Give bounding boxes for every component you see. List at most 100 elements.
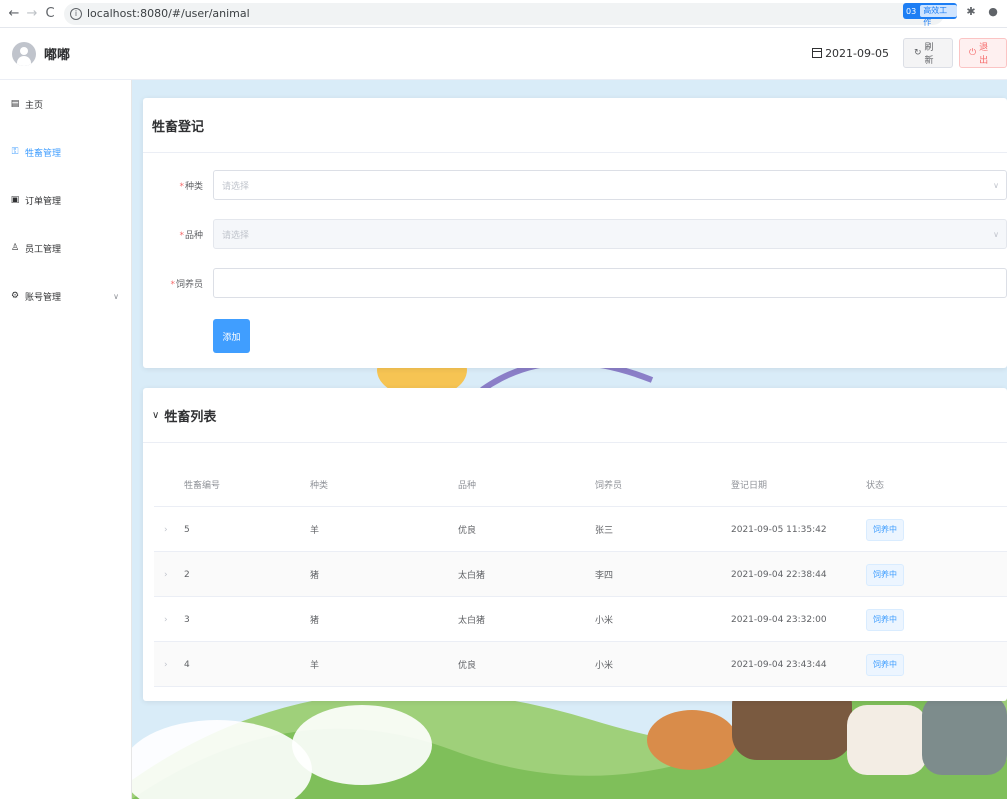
cell-status: 饲养中	[866, 642, 904, 687]
type-select-placeholder: 请选择	[222, 181, 250, 192]
status-badge: 饲养中	[866, 563, 904, 586]
sidebar-item-staff[interactable]: ♙ 员工管理	[0, 224, 131, 272]
sidebar-item-label: 账号管理	[25, 292, 62, 303]
chevron-down-icon[interactable]: ∨	[152, 410, 159, 421]
column-header-date[interactable]: 登记日期	[731, 462, 767, 507]
sidebar: ▤ 主页 ⚿ 牲畜管理 ▣ 订单管理 ♙ 员工管理 ⚙ 账号管理 ∨	[0, 80, 132, 799]
setting-icon: ⚙	[10, 291, 20, 301]
refresh-label: 刷新	[924, 43, 934, 66]
breed-label-text: 品种	[184, 230, 203, 241]
site-info-icon[interactable]: i	[70, 7, 82, 20]
address-bar[interactable]: i localhost:8080/#/user/animal	[64, 2, 944, 25]
type-form-row: *种类 请选择 ∨	[143, 170, 1007, 200]
cell-keeper: 小米	[595, 616, 614, 626]
sidebar-item-accounts[interactable]: ⚙ 账号管理 ∨	[0, 272, 131, 320]
avatar[interactable]	[12, 41, 36, 66]
livestock-list-card: ∨ 牲畜列表 牲畜编号 种类 品种 饲养员 登记日期 状态 › 5 羊 优良 张…	[143, 388, 1007, 701]
forward-arrow-icon[interactable]: →	[24, 6, 40, 22]
refresh-button[interactable]: ↻ 刷新	[903, 38, 953, 68]
registration-card-title: 牲畜登记	[143, 98, 1007, 153]
puzzle-icon[interactable]: ✱	[963, 3, 979, 19]
table-row[interactable]: › 4 羊 优良 小米 2021-09-04 23:43:44 饲养中	[154, 642, 1007, 687]
expand-arrow-icon[interactable]: ›	[164, 507, 168, 552]
table-row[interactable]: › 2 猪 太白猪 李四 2021-09-04 22:38:44 饲养中	[154, 552, 1007, 597]
expand-arrow-icon[interactable]: ›	[164, 597, 168, 642]
sidebar-item-label: 订单管理	[25, 196, 62, 207]
calendar-icon	[812, 48, 823, 58]
column-header-status[interactable]: 状态	[866, 462, 884, 507]
cell-type: 猪	[310, 616, 320, 626]
profile-icon[interactable]: ●	[985, 3, 1001, 19]
expand-arrow-icon[interactable]: ›	[164, 552, 168, 597]
status-badge: 饲养中	[866, 518, 904, 541]
keeper-label-text: 饲养员	[175, 279, 203, 290]
table-header-row: 牲畜编号 种类 品种 饲养员 登记日期 状态	[154, 462, 1007, 507]
breed-select[interactable]: 请选择 ∨	[213, 219, 1007, 249]
registration-card: 牲畜登记 *种类 请选择 ∨ *品种 请选择 ∨ *饲养员 添加	[143, 98, 1007, 368]
url-text: localhost:8080/#/user/animal	[87, 7, 250, 20]
cell-id: 3	[184, 614, 190, 625]
lock-icon: ⚿	[11, 147, 19, 157]
livestock-list-title: 牲畜列表	[164, 409, 217, 425]
cell-id: 5	[184, 524, 190, 535]
cell-id: 4	[184, 659, 190, 670]
required-mark: *	[179, 230, 184, 241]
reload-icon[interactable]: C	[42, 6, 58, 22]
table-row[interactable]: › 5 羊 优良 张三 2021-09-05 11:35:42 饲养中	[154, 507, 1007, 552]
cell-id: 2	[184, 569, 190, 580]
expand-arrow-icon[interactable]: ›	[164, 642, 168, 687]
breed-select-placeholder: 请选择	[222, 230, 250, 241]
browser-toolbar: ← → C i localhost:8080/#/user/animal 03 …	[0, 0, 1007, 28]
extension-badge-number: 03	[906, 6, 917, 16]
cell-breed: 太白猪	[458, 571, 486, 581]
column-header-keeper[interactable]: 饲养员	[595, 462, 622, 507]
app-header: 嘟嘟 2021-09-05 ↻ 刷新 ⏻ 退出	[0, 28, 1007, 80]
cell-type: 羊	[310, 661, 320, 671]
chevron-down-icon: ∨	[993, 229, 999, 239]
cell-type: 羊	[310, 526, 320, 536]
type-label-text: 种类	[184, 181, 203, 192]
sidebar-item-orders[interactable]: ▣ 订单管理	[0, 176, 131, 224]
keeper-label: *饲养员	[143, 277, 208, 290]
livestock-list-header[interactable]: ∨ 牲畜列表	[143, 388, 1007, 443]
column-header-type[interactable]: 种类	[310, 462, 328, 507]
cell-keeper: 张三	[595, 526, 614, 536]
cell-date: 2021-09-04 23:32:00	[731, 614, 827, 625]
cell-date: 2021-09-04 22:38:44	[731, 569, 827, 580]
main-content: 牲畜登记 *种类 请选择 ∨ *品种 请选择 ∨ *饲养员 添加 ∨ 牲畜列表 …	[132, 80, 1007, 799]
table-row[interactable]: › 3 猪 太白猪 小米 2021-09-04 23:32:00 饲养中	[154, 597, 1007, 642]
breed-label: *品种	[143, 228, 208, 241]
sidebar-item-home[interactable]: ▤ 主页	[0, 80, 131, 128]
date-text: 2021-09-05	[825, 46, 889, 60]
logout-button[interactable]: ⏻ 退出	[959, 38, 1007, 68]
type-select[interactable]: 请选择 ∨	[213, 170, 1007, 200]
sidebar-item-label: 主页	[25, 100, 44, 111]
cell-type: 猪	[310, 571, 320, 581]
refresh-icon: ↻	[914, 48, 922, 58]
cell-status: 饲养中	[866, 597, 904, 642]
sidebar-item-livestock[interactable]: ⚿ 牲畜管理	[0, 128, 131, 176]
add-button[interactable]: 添加	[213, 319, 250, 353]
cell-breed: 优良	[458, 661, 477, 671]
column-header-id[interactable]: 牲畜编号	[184, 462, 220, 507]
sidebar-item-label: 员工管理	[25, 244, 62, 255]
required-mark: *	[179, 181, 184, 192]
date-display: 2021-09-05	[812, 47, 889, 60]
header-actions: 2021-09-05 ↻ 刷新 ⏻ 退出	[812, 38, 1007, 68]
cell-breed: 太白猪	[458, 616, 486, 626]
gift-icon: ▣	[10, 195, 20, 205]
extension-badge[interactable]: 03 高效工作	[903, 3, 957, 27]
cell-status: 饲养中	[866, 507, 904, 552]
back-arrow-icon[interactable]: ←	[6, 6, 22, 22]
column-header-breed[interactable]: 品种	[458, 462, 476, 507]
user-icon: ♙	[10, 243, 20, 253]
cell-date: 2021-09-05 11:35:42	[731, 524, 827, 535]
livestock-table: 牲畜编号 种类 品种 饲养员 登记日期 状态 › 5 羊 优良 张三 2021-…	[154, 462, 1007, 687]
keeper-input[interactable]	[213, 268, 1007, 298]
cell-keeper: 李四	[595, 571, 614, 581]
cell-keeper: 小米	[595, 661, 614, 671]
required-mark: *	[170, 279, 175, 290]
cell-date: 2021-09-04 23:43:44	[731, 659, 827, 670]
type-label: *种类	[143, 179, 208, 192]
status-badge: 饲养中	[866, 653, 904, 676]
